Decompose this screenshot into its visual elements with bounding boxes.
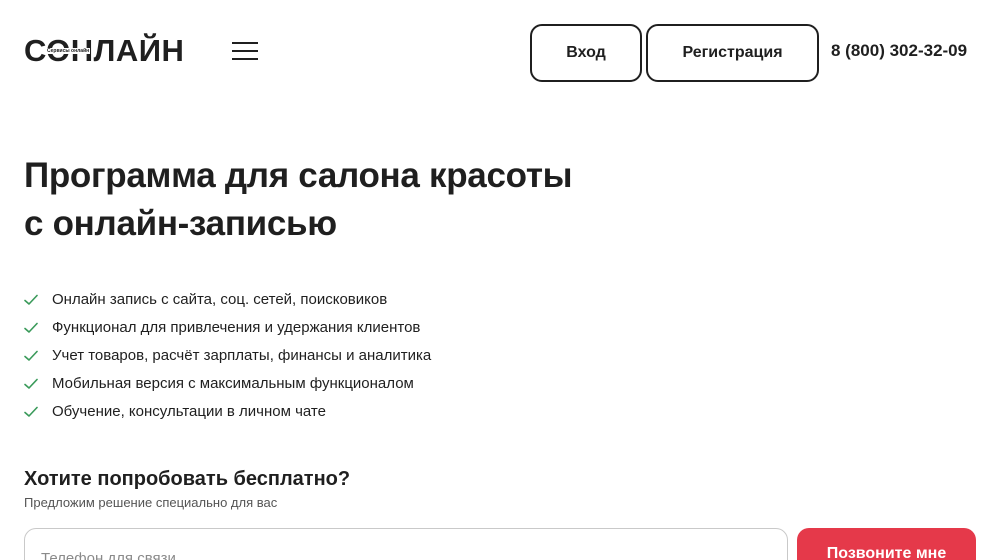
feature-item: Мобильная версия с максимальным функцион… <box>24 370 431 398</box>
hamburger-menu-icon[interactable] <box>232 40 258 62</box>
check-icon <box>24 294 38 305</box>
feature-text: Функционал для привлечения и удержания к… <box>52 319 421 336</box>
check-icon <box>24 322 38 333</box>
feature-item: Учет товаров, расчёт зарплаты, финансы и… <box>24 342 431 370</box>
phone-input[interactable] <box>24 528 788 560</box>
cta-title: Хотите попробовать бесплатно? <box>24 468 351 490</box>
landing-page: СОНЛАЙН Сервисы онлайн Вход Регистрация … <box>0 0 1000 560</box>
check-icon <box>24 350 38 361</box>
feature-text: Учет товаров, расчёт зарплаты, финансы и… <box>52 347 432 364</box>
check-icon <box>24 378 38 389</box>
feature-item: Обучение, консультации в личном чате <box>24 398 431 426</box>
check-icon <box>24 406 38 417</box>
page-title-line-2: с онлайн-записью <box>24 204 337 243</box>
page-title-line-1: Программа для салона красоты <box>24 156 573 195</box>
logo-tagline: Сервисы онлайн <box>46 48 91 54</box>
register-button[interactable]: Регистрация <box>646 24 819 82</box>
logo[interactable]: СОНЛАЙН Сервисы онлайн <box>24 33 184 68</box>
cta-subtitle: Предложим решение специально для вас <box>24 495 278 510</box>
call-me-button[interactable]: Позвоните мне <box>797 528 976 560</box>
menu-line <box>232 50 258 52</box>
phone-number-link[interactable]: 8 (800) 302-32-09 <box>831 40 967 62</box>
feature-text: Мобильная версия с максимальным функцион… <box>52 375 414 392</box>
menu-line <box>232 58 258 60</box>
menu-line <box>232 42 258 44</box>
feature-text: Онлайн запись с сайта, соц. сетей, поиск… <box>52 291 388 308</box>
feature-list: Онлайн запись с сайта, соц. сетей, поиск… <box>24 286 431 426</box>
page-title: Программа для салона красоты с онлайн-за… <box>24 152 644 248</box>
feature-item: Онлайн запись с сайта, соц. сетей, поиск… <box>24 286 431 314</box>
feature-text: Обучение, консультации в личном чате <box>52 403 326 420</box>
feature-item: Функционал для привлечения и удержания к… <box>24 314 431 342</box>
login-button[interactable]: Вход <box>530 24 642 82</box>
